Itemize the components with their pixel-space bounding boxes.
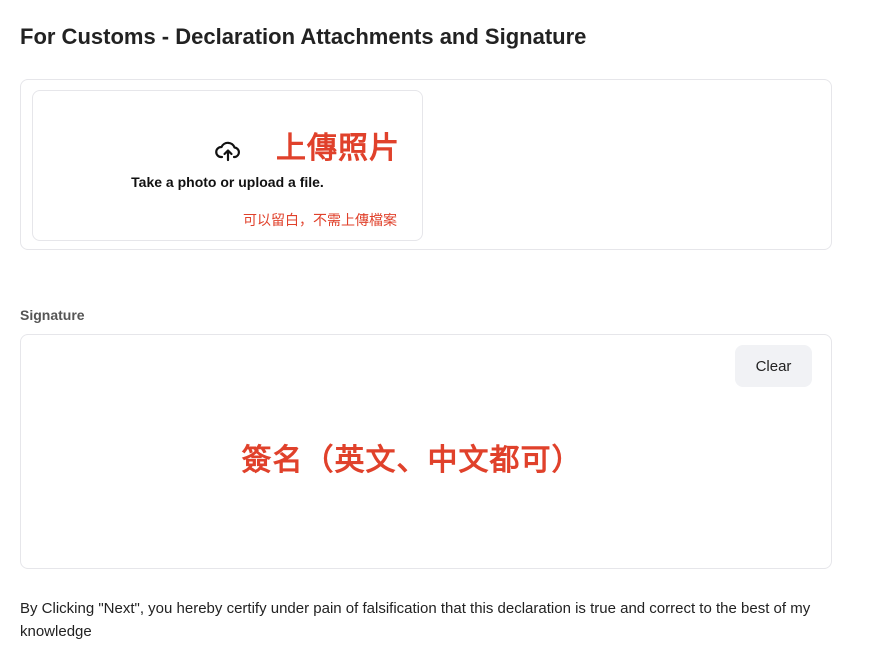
cloud-upload-icon <box>215 140 241 162</box>
signature-pad[interactable]: Clear 簽名（英文、中文都可） <box>20 334 832 569</box>
upload-photo-annotation: 上傳照片 <box>276 131 400 166</box>
page-title: For Customs - Declaration Attachments an… <box>20 24 587 49</box>
upload-optional-note: 可以留白，不需上傳檔案 <box>243 213 397 229</box>
upload-dropzone[interactable]: 上傳照片 Take a photo or upload a file. 可以留白… <box>32 90 423 241</box>
signature-annotation: 簽名（英文、中文都可） <box>241 443 583 478</box>
attachments-panel: 上傳照片 Take a photo or upload a file. 可以留白… <box>20 79 832 250</box>
upload-instruction: Take a photo or upload a file. <box>131 174 324 190</box>
clear-button[interactable]: Clear <box>735 345 812 387</box>
certification-text: By Clicking "Next", you hereby certify u… <box>20 600 811 640</box>
signature-label: Signature <box>20 307 85 323</box>
